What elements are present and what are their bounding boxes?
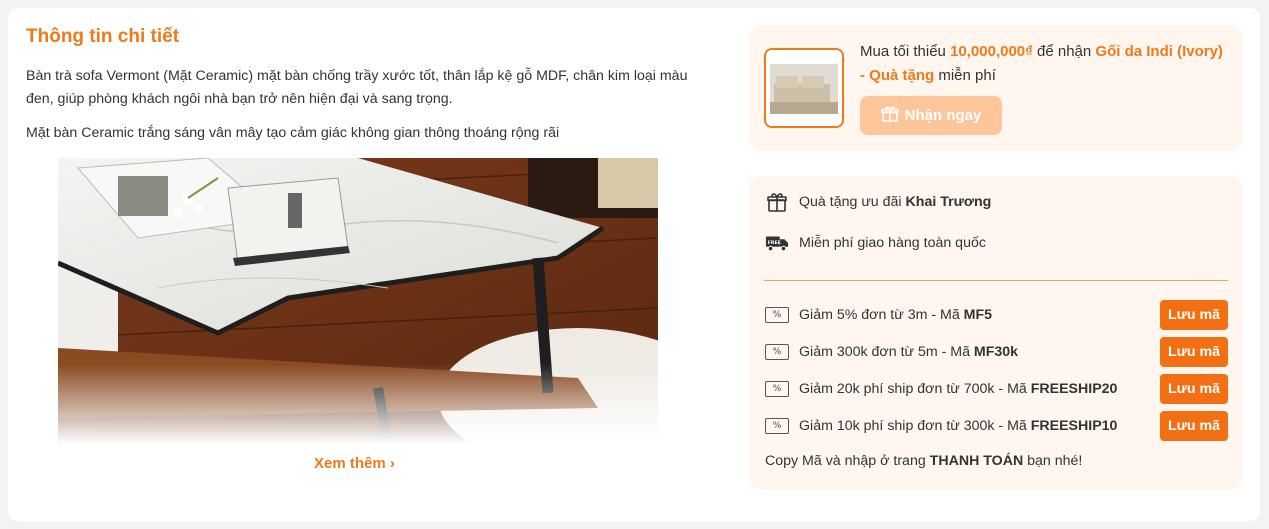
product-description-secondary: Mặt bàn Ceramic trắng sáng vân mây tạo c…	[26, 125, 560, 141]
coupon-text: Giảm 300k đơn từ 5m - Mã	[799, 344, 974, 360]
save-coupon-button[interactable]: Lưu mã	[1160, 374, 1228, 404]
image-fade-overlay	[58, 364, 658, 444]
perk-text: Miễn phí giao hàng toàn quốc	[799, 235, 986, 251]
checkout-note: Copy Mã và nhập ở trang THANH TOÁN bạn n…	[765, 453, 1082, 469]
perk-opening-gift: Quà tặng ưu đãi Khai Trương	[765, 191, 991, 213]
see-more-link[interactable]: Xem thêm ›	[314, 455, 395, 472]
save-coupon-button[interactable]: Lưu mã	[1160, 337, 1228, 367]
coupon-code: MF5	[963, 307, 993, 323]
divider	[764, 280, 1228, 281]
gift-text-suffix: miễn phí	[934, 67, 996, 84]
coupon-row: % Giảm 20k phí ship đơn từ 700k - Mã FRE…	[765, 374, 1228, 404]
perk-free-shipping: FREE Miễn phí giao hàng toàn quốc	[765, 232, 986, 254]
product-description: Bàn trà sofa Vermont (Mặt Ceramic) mặt b…	[26, 68, 688, 107]
coupon-text: Giảm 20k phí ship đơn từ 700k - Mã	[799, 381, 1031, 397]
gift-icon	[880, 105, 899, 127]
promotions-panel: Quà tặng ưu đãi Khai Trương FREE Miễn ph…	[749, 176, 1243, 490]
delivery-truck-icon: FREE	[765, 232, 789, 254]
gift-product-thumbnail	[764, 48, 844, 128]
section-title: Thông tin chi tiết	[26, 26, 180, 47]
coupon-ticket-icon: %	[765, 344, 789, 360]
claim-gift-button[interactable]: Nhận ngay	[860, 96, 1002, 135]
perk-highlight: Khai Trương	[905, 194, 992, 210]
coupon-code: MF30k	[973, 344, 1019, 360]
gift-min-amount: 10,000,000₫	[950, 43, 1033, 60]
claim-button-label: Nhận ngay	[904, 107, 982, 124]
gift-icon	[765, 191, 789, 213]
perk-text: Quà tặng ưu đãi	[799, 194, 906, 210]
note-suffix: bạn nhé!	[1023, 453, 1083, 469]
coupon-ticket-icon: %	[765, 418, 789, 434]
svg-text:FREE: FREE	[768, 240, 781, 246]
coupon-row: % Giảm 300k đơn từ 5m - Mã MF30k Lưu mã	[765, 337, 1228, 367]
gift-offer-text: Mua tối thiểu 10,000,000₫ để nhận Gối da…	[860, 40, 1230, 88]
save-coupon-button[interactable]: Lưu mã	[1160, 300, 1228, 330]
coupon-ticket-icon: %	[765, 381, 789, 397]
coupon-text: Giảm 5% đơn từ 3m - Mã	[799, 307, 964, 323]
note-prefix: Copy Mã và nhập ở trang	[765, 453, 930, 469]
coupon-row: % Giảm 5% đơn từ 3m - Mã MF5 Lưu mã	[765, 300, 1228, 330]
coupon-row: % Giảm 10k phí ship đơn từ 300k - Mã FRE…	[765, 411, 1228, 441]
coupon-code: FREESHIP20	[1030, 381, 1118, 397]
note-highlight: THANH TOÁN	[929, 453, 1024, 469]
coupon-ticket-icon: %	[765, 307, 789, 323]
coupon-code: FREESHIP10	[1030, 418, 1118, 434]
gift-offer-panel: Mua tối thiểu 10,000,000₫ để nhận Gối da…	[749, 25, 1243, 151]
product-image	[58, 158, 658, 444]
coupon-text: Giảm 10k phí ship đơn từ 300k - Mã	[799, 418, 1031, 434]
save-coupon-button[interactable]: Lưu mã	[1160, 411, 1228, 441]
gift-text-prefix: Mua tối thiểu	[860, 43, 951, 60]
gift-text-middle: để nhận	[1032, 43, 1096, 60]
